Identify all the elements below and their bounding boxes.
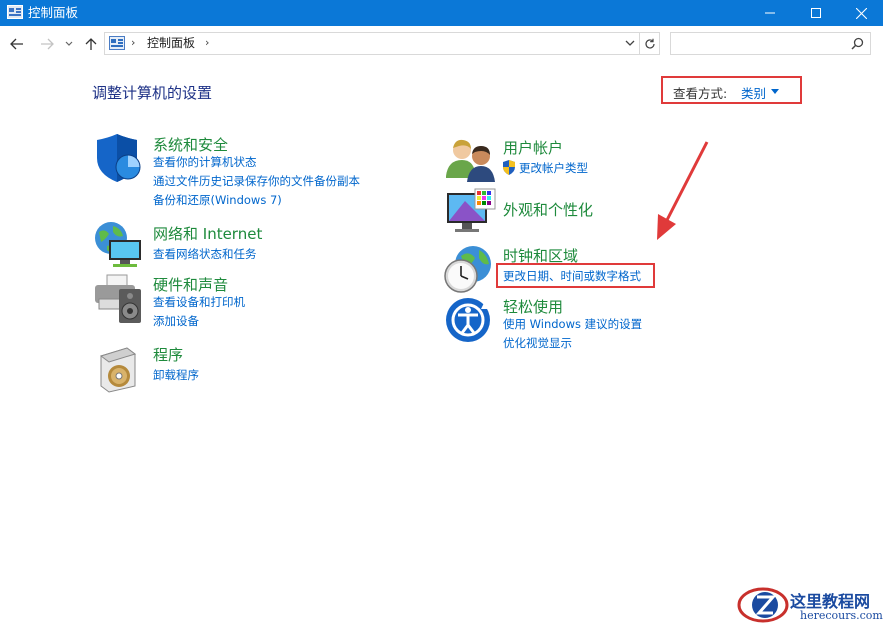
breadcrumb-separator[interactable]: › (205, 36, 209, 49)
view-mode-value[interactable]: 类别 (741, 83, 766, 102)
programs-disc-icon[interactable] (97, 344, 149, 396)
maximize-button[interactable] (793, 0, 839, 26)
watermark-url: herecours.com (800, 609, 883, 622)
category-title-user-accounts[interactable]: 用户帐户 (503, 137, 563, 158)
chevron-down-icon[interactable] (625, 39, 635, 47)
refresh-button[interactable] (640, 32, 660, 55)
category-title-system-security[interactable]: 系统和安全 (153, 134, 228, 155)
search-input[interactable] (671, 33, 846, 54)
up-button[interactable] (82, 35, 100, 53)
search-box[interactable] (670, 32, 871, 55)
uac-shield-icon (503, 160, 515, 175)
link-backup-restore[interactable]: 备份和还原(Windows 7) (153, 192, 282, 208)
link-uninstall-program[interactable]: 卸载程序 (153, 367, 199, 383)
refresh-icon (644, 38, 655, 49)
maximize-icon (811, 8, 821, 18)
category-title-ease-of-access[interactable]: 轻松使用 (503, 296, 563, 317)
link-optimize-visual-display[interactable]: 优化视觉显示 (503, 335, 572, 351)
search-icon[interactable] (851, 37, 864, 50)
users-icon[interactable] (445, 136, 497, 188)
control-panel-icon (109, 36, 125, 50)
category-title-hardware-sound[interactable]: 硬件和声音 (153, 274, 228, 295)
minimize-button[interactable] (747, 0, 793, 26)
link-view-computer-status[interactable]: 查看你的计算机状态 (153, 154, 257, 170)
close-icon (855, 7, 867, 19)
category-title-programs[interactable]: 程序 (153, 344, 183, 365)
link-change-date-time-format[interactable]: 更改日期、时间或数字格式 (503, 268, 641, 284)
control-panel-app-icon (7, 5, 23, 19)
link-windows-recommended-settings[interactable]: 使用 Windows 建议的设置 (503, 316, 642, 332)
monitor-palette-icon[interactable] (445, 187, 497, 239)
link-file-history-backup[interactable]: 通过文件历史记录保存你的文件备份副本 (153, 173, 360, 189)
forward-button[interactable] (38, 35, 56, 53)
breadcrumb-control-panel[interactable]: 控制面板 (147, 36, 195, 51)
back-button[interactable] (8, 35, 26, 53)
caret-down-icon[interactable] (771, 89, 779, 94)
arrow-left-icon (10, 38, 23, 50)
link-devices-printers[interactable]: 查看设备和打印机 (153, 294, 245, 310)
title-bar: 控制面板 (0, 0, 883, 26)
network-globe-icon[interactable] (93, 220, 145, 272)
arrow-up-icon (85, 38, 97, 50)
page-title: 调整计算机的设置 (92, 84, 213, 102)
annotation-arrow-icon (657, 141, 709, 240)
close-button[interactable] (838, 0, 883, 26)
view-mode-label: 查看方式: (673, 86, 728, 101)
ease-of-access-icon[interactable] (445, 297, 497, 349)
category-title-network-internet[interactable]: 网络和 Internet (153, 223, 262, 244)
arrow-right-icon (41, 38, 54, 50)
link-network-status-tasks[interactable]: 查看网络状态和任务 (153, 246, 257, 262)
breadcrumb-separator[interactable]: › (131, 36, 135, 49)
window-title: 控制面板 (28, 5, 79, 20)
view-mode-selector[interactable]: 查看方式: 类别 (661, 76, 802, 104)
category-title-appearance[interactable]: 外观和个性化 (503, 199, 593, 220)
address-bar[interactable]: › 控制面板 › (104, 32, 640, 55)
clock-globe-icon[interactable] (443, 244, 495, 296)
link-change-account-type[interactable]: 更改帐户类型 (519, 160, 588, 176)
shield-icon[interactable] (95, 134, 147, 186)
chevron-down-icon (65, 41, 73, 46)
minimize-icon (765, 12, 775, 14)
link-add-device[interactable]: 添加设备 (153, 313, 199, 329)
navigation-bar: › 控制面板 › (0, 26, 883, 62)
printer-speaker-icon[interactable] (93, 273, 145, 325)
recent-locations-button[interactable] (62, 35, 76, 53)
